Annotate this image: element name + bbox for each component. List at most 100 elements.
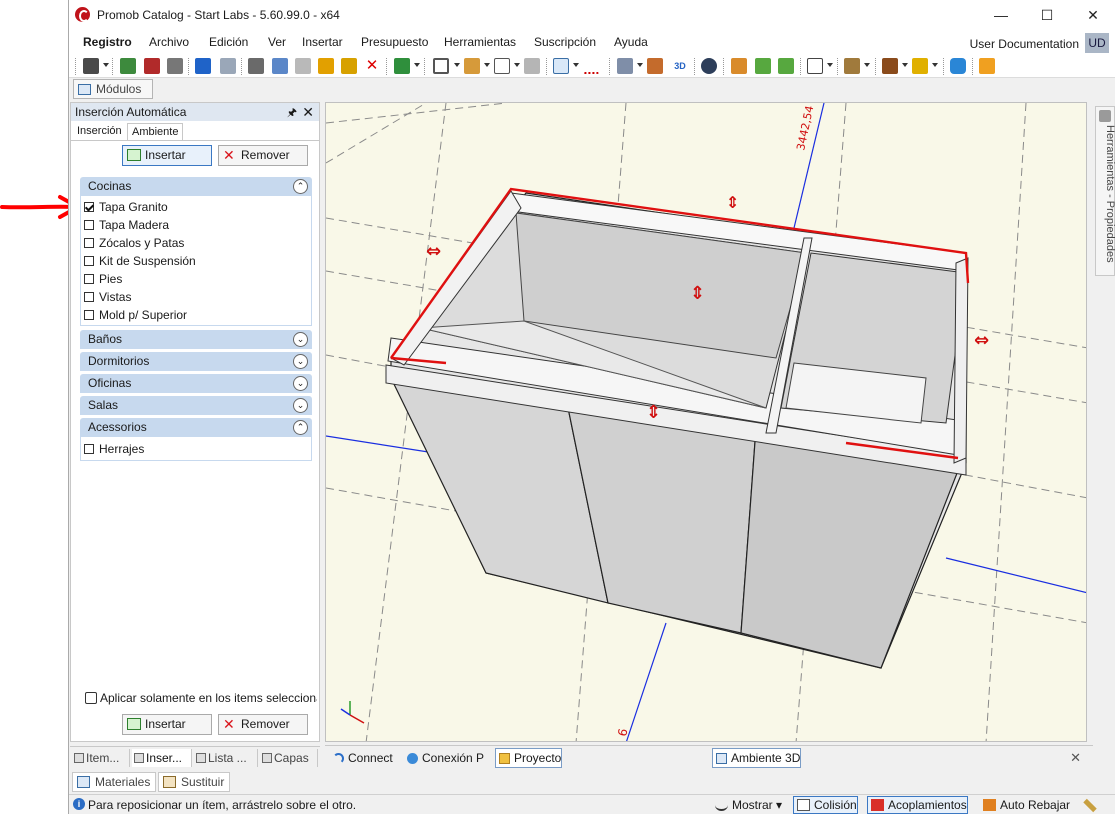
tab-items[interactable]: Item... — [72, 749, 130, 767]
menu-insertar[interactable]: Insertar — [302, 35, 343, 49]
user-avatar[interactable]: UD — [1085, 33, 1109, 53]
paste-icon[interactable] — [295, 58, 311, 74]
checkbox[interactable] — [84, 202, 94, 212]
expand-chevron-icon[interactable]: ⌄ — [293, 354, 308, 369]
checkbox-herrajes[interactable]: Herrajes — [84, 441, 144, 457]
pot-dropdown-icon[interactable] — [902, 63, 908, 67]
menu-suscripcion[interactable]: Suscripción — [534, 35, 596, 49]
collapse-chevron-icon[interactable]: ⌃ — [293, 179, 308, 194]
checkbox[interactable] — [84, 220, 94, 230]
tab-conexion-p[interactable]: Conexión P — [403, 748, 485, 768]
tab-capas[interactable]: Capas — [260, 749, 318, 767]
menu-ayuda[interactable]: Ayuda — [614, 35, 648, 49]
section-salas[interactable]: Salas ⌄ — [80, 396, 312, 415]
menu-ver[interactable]: Ver — [268, 35, 286, 49]
checkbox-tapa-granito[interactable]: Tapa Granito — [84, 199, 168, 215]
render-icon[interactable] — [120, 58, 136, 74]
section-acessorios[interactable]: Acessorios ⌃ — [80, 418, 312, 437]
tab-ambiente-3d[interactable]: Ambiente 3D — [712, 748, 802, 768]
cube-icon[interactable] — [844, 58, 860, 74]
tab-lista[interactable]: Lista ... — [194, 749, 258, 767]
tab-insercion-bottom[interactable]: Inser... — [132, 749, 192, 767]
lamp-icon[interactable] — [912, 58, 928, 74]
eye-icon[interactable] — [701, 58, 717, 74]
chat-icon[interactable] — [950, 58, 966, 74]
arrow-right-icon[interactable] — [778, 58, 794, 74]
copy-icon[interactable] — [272, 58, 288, 74]
arrow-left-icon[interactable] — [755, 58, 771, 74]
3d-scene[interactable]: ⇕ ⇕ ⇕ ⇔ ⇔ 3442,54 6 — [326, 103, 1087, 742]
checkbox-kit-suspension[interactable]: Kit de Suspensión — [84, 253, 196, 269]
block-icon[interactable] — [524, 58, 540, 74]
close-window-button[interactable]: ✕ — [1070, 0, 1115, 30]
expand-chevron-icon[interactable]: ⌄ — [293, 398, 308, 413]
delete-icon[interactable]: ✕ — [364, 58, 380, 74]
pot-icon[interactable] — [882, 58, 898, 74]
expand-chevron-icon[interactable]: ⌄ — [293, 332, 308, 347]
hammer-icon[interactable] — [318, 58, 334, 74]
modulos-button[interactable]: Módulos — [73, 79, 153, 99]
layers-icon[interactable] — [617, 58, 633, 74]
print-preview-icon[interactable] — [144, 58, 160, 74]
panel-close-button[interactable]: ✕ — [302, 103, 314, 121]
insertar-button-top[interactable]: Insertar — [122, 145, 212, 166]
tab-insercion[interactable]: Inserción — [73, 123, 126, 141]
toolbar-grip[interactable] — [75, 58, 76, 75]
measure-icon[interactable] — [583, 58, 599, 74]
select-dropdown-icon[interactable] — [573, 63, 579, 67]
section-oficinas[interactable]: Oficinas ⌄ — [80, 374, 312, 393]
tab-ambiente[interactable]: Ambiente — [127, 123, 184, 141]
checkbox[interactable] — [84, 292, 94, 302]
wall-dropdown-icon[interactable] — [484, 63, 490, 67]
3d-icon[interactable]: 3D — [672, 58, 688, 74]
cut-icon[interactable] — [248, 58, 264, 74]
3d-viewport[interactable]: ⇕ ⇕ ⇕ ⇔ ⇔ 3442,54 6 — [325, 102, 1087, 742]
checkbox-apply-selected[interactable]: Aplicar solamente en los items seleccion… — [85, 690, 317, 706]
menu-presupuesto[interactable]: Presupuesto — [361, 35, 428, 49]
auto-rebajar-toggle[interactable]: Auto Rebajar — [979, 796, 1071, 814]
close-view-button[interactable]: ✕ — [1070, 750, 1081, 766]
rotate-icon[interactable] — [731, 58, 747, 74]
remover-button-bottom[interactable]: ✕ Remover — [218, 714, 308, 735]
acoplamientos-toggle[interactable]: Acoplamientos — [867, 796, 968, 814]
paint-roller-icon[interactable] — [341, 58, 357, 74]
print-icon[interactable] — [167, 58, 183, 74]
collapse-chevron-icon[interactable]: ⌃ — [293, 420, 308, 435]
tab-connect[interactable]: Connect — [329, 748, 394, 768]
redo-icon[interactable] — [220, 58, 236, 74]
remover-button-top[interactable]: ✕ Remover — [218, 145, 308, 166]
layout-dropdown-icon[interactable] — [454, 63, 460, 67]
checkbox[interactable] — [84, 256, 94, 266]
menu-registro[interactable]: Registro — [83, 35, 132, 49]
tab-materiales[interactable]: Materiales — [72, 772, 156, 792]
user-icon[interactable] — [979, 58, 995, 74]
settings-tool-icon[interactable] — [1079, 796, 1109, 814]
minimize-button[interactable]: — — [978, 0, 1024, 30]
select-icon[interactable] — [553, 58, 569, 74]
colision-toggle[interactable]: Colisión — [793, 796, 858, 814]
menu-edicion[interactable]: Edición — [209, 35, 248, 49]
checkbox-zocalos[interactable]: Zócalos y Patas — [84, 235, 184, 251]
budget-icon[interactable] — [394, 58, 410, 74]
section-dormitorios[interactable]: Dormitorios ⌄ — [80, 352, 312, 371]
herramientas-propiedades-dock[interactable]: Herramientas - Propiedades — [1095, 106, 1115, 276]
cabinet-model[interactable] — [385, 187, 970, 669]
tab-sustituir[interactable]: Sustituir — [158, 772, 230, 792]
lamp-dropdown-icon[interactable] — [932, 63, 938, 67]
box-dropdown-icon[interactable] — [827, 63, 833, 67]
checkbox[interactable] — [84, 310, 94, 320]
budget-dropdown-icon[interactable] — [414, 63, 420, 67]
insertar-button-bottom[interactable]: Insertar — [122, 714, 212, 735]
save-icon[interactable] — [83, 58, 99, 74]
menu-archivo[interactable]: Archivo — [149, 35, 189, 49]
checkbox[interactable] — [84, 444, 94, 454]
shape-icon[interactable] — [494, 58, 510, 74]
checkbox-mold-superior[interactable]: Mold p/ Superior — [84, 307, 187, 323]
checkbox[interactable] — [84, 238, 94, 248]
layout-icon[interactable] — [433, 58, 449, 74]
checkbox[interactable] — [85, 692, 97, 704]
maximize-button[interactable]: ☐ — [1024, 0, 1070, 30]
save-dropdown-icon[interactable] — [103, 63, 109, 67]
undo-icon[interactable] — [195, 58, 211, 74]
layers-dropdown-icon[interactable] — [637, 63, 643, 67]
